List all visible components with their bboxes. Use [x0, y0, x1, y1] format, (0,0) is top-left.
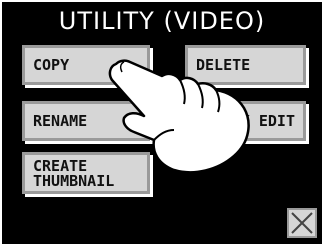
rename-button[interactable]: RENAME	[22, 101, 150, 141]
copy-button[interactable]: COPY	[22, 45, 150, 85]
close-button[interactable]	[287, 208, 317, 238]
delete-button[interactable]: DELETE	[185, 45, 306, 85]
close-x-icon	[291, 212, 313, 234]
mark-edit-button[interactable]: MARK EDIT	[185, 101, 306, 141]
screen-title: UTILITY (VIDEO)	[58, 7, 266, 35]
create-thumbnail-button[interactable]: CREATE THUMBNAIL	[22, 152, 150, 194]
utility-video-screen: UTILITY (VIDEO) COPY DELETE RENAME MARK …	[2, 2, 322, 244]
